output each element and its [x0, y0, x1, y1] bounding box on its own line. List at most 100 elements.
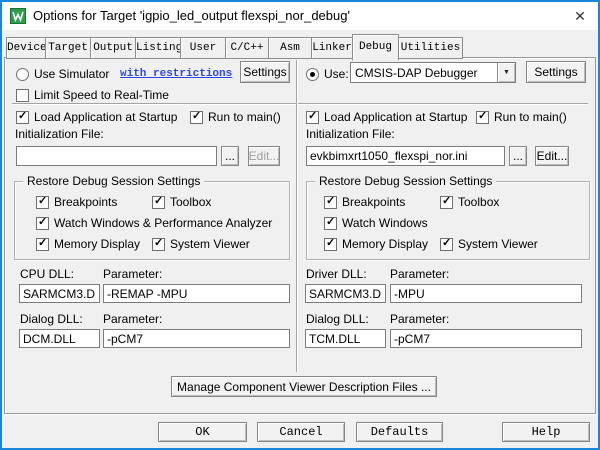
check-icon: ✓	[38, 195, 47, 208]
run-to-main-checkbox-right[interactable]: ✓ Run to main()	[476, 110, 567, 124]
tab-listing[interactable]: Listing	[135, 37, 181, 59]
restore-group-title-right: Restore Debug Session Settings	[315, 174, 496, 188]
simulator-settings-button[interactable]: Settings	[240, 61, 290, 83]
dialog-parameter-label-left: Parameter:	[103, 313, 162, 326]
chevron-down-icon[interactable]: ▼	[497, 63, 515, 82]
dialog-parameter-input-left[interactable]	[103, 329, 290, 348]
checkbox-icon: ✓	[36, 217, 49, 230]
cpu-dll-input[interactable]	[19, 284, 100, 303]
help-button[interactable]: Help	[502, 422, 590, 442]
browse-button-right[interactable]: ...	[509, 146, 527, 166]
title-bar: Options for Target 'igpio_led_output fle…	[2, 2, 598, 30]
uvision-logo-icon	[10, 8, 26, 24]
driver-parameter-input[interactable]	[390, 284, 582, 303]
memory-display-checkbox-right[interactable]: ✓ Memory Display	[324, 237, 428, 251]
debugger-selected-value: CMSIS-DAP Debugger	[351, 63, 497, 82]
checkbox-icon: ✓	[324, 238, 337, 251]
tab-output[interactable]: Output	[90, 37, 136, 59]
edit-button-left: Edit...	[248, 146, 280, 166]
tab-device[interactable]: Device	[6, 37, 46, 59]
check-icon: ✓	[326, 216, 335, 229]
use-simulator-radio[interactable]: Use Simulator	[16, 67, 109, 81]
tab-utilities[interactable]: Utilities	[398, 37, 463, 59]
close-button[interactable]: ✕	[569, 5, 591, 27]
checkbox-icon: ✓	[440, 196, 453, 209]
watch-windows-checkbox-right[interactable]: ✓ Watch Windows	[324, 216, 428, 230]
dialog-dll-input-right[interactable]	[305, 329, 386, 348]
check-icon: ✓	[478, 110, 487, 123]
restore-group-title-left: Restore Debug Session Settings	[23, 174, 204, 188]
checkbox-icon: ✓	[306, 111, 319, 124]
tab-debug[interactable]: Debug	[352, 34, 399, 61]
check-icon: ✓	[154, 195, 163, 208]
checkbox-icon: ✓	[440, 238, 453, 251]
toolbox-checkbox-left[interactable]: ✓ Toolbox	[152, 195, 211, 209]
cancel-button[interactable]: Cancel	[257, 422, 345, 442]
edit-button-right[interactable]: Edit...	[535, 146, 569, 166]
cpu-parameter-input[interactable]	[103, 284, 290, 303]
window-title: Options for Target 'igpio_led_output fle…	[33, 8, 350, 23]
checkbox-icon: ✓	[16, 111, 29, 124]
run-to-main-label: Run to main()	[494, 110, 567, 124]
debugger-select[interactable]: CMSIS-DAP Debugger ▼	[350, 62, 516, 83]
use-simulator-label: Use Simulator	[34, 68, 109, 81]
toolbox-checkbox-right[interactable]: ✓ Toolbox	[440, 195, 499, 209]
checkbox-icon: ✓	[476, 111, 489, 124]
watch-windows-checkbox-left[interactable]: ✓ Watch Windows & Performance Analyzer	[36, 216, 272, 230]
check-icon: ✓	[326, 237, 335, 250]
check-icon: ✓	[442, 237, 451, 250]
load-application-label: Load Application at Startup	[34, 110, 177, 124]
checkbox-icon: ✓	[36, 238, 49, 251]
breakpoints-checkbox-left[interactable]: ✓ Breakpoints	[36, 195, 117, 209]
init-file-label-left: Initialization File:	[15, 128, 104, 141]
manage-component-viewer-button[interactable]: Manage Component Viewer Description File…	[171, 376, 437, 397]
defaults-button[interactable]: Defaults	[356, 422, 443, 442]
check-icon: ✓	[326, 195, 335, 208]
checkbox-icon: ✓	[152, 196, 165, 209]
tab-linker[interactable]: Linker	[311, 37, 353, 59]
init-file-input-left[interactable]	[16, 146, 217, 166]
use-label: Use:	[324, 67, 349, 81]
system-viewer-checkbox-left[interactable]: ✓ System Viewer	[152, 237, 250, 251]
dialog-dll-input-left[interactable]	[19, 329, 100, 348]
breakpoints-checkbox-right[interactable]: ✓ Breakpoints	[324, 195, 405, 209]
driver-parameter-label: Parameter:	[390, 268, 449, 281]
run-to-main-checkbox-left[interactable]: ✓ Run to main()	[190, 110, 281, 124]
close-icon: ✕	[574, 8, 586, 24]
check-icon: ✓	[38, 237, 47, 250]
run-to-main-label: Run to main()	[208, 110, 281, 124]
system-viewer-checkbox-right[interactable]: ✓ System Viewer	[440, 237, 538, 251]
cpu-parameter-label: Parameter:	[103, 268, 162, 281]
options-for-target-dialog: Options for Target 'igpio_led_output fle…	[0, 0, 600, 450]
tab-user[interactable]: User	[180, 37, 226, 59]
checkbox-icon: ✓	[190, 111, 203, 124]
driver-dll-input[interactable]	[305, 284, 386, 303]
dialog-dll-label-left: Dialog DLL:	[20, 313, 83, 326]
with-restrictions-link[interactable]: with restrictions	[120, 68, 232, 80]
limit-speed-checkbox[interactable]: Limit Speed to Real-Time	[16, 88, 169, 102]
cpu-dll-label: CPU DLL:	[20, 268, 74, 281]
load-application-checkbox-left[interactable]: ✓ Load Application at Startup	[16, 110, 177, 124]
browse-button-left[interactable]: ...	[221, 146, 239, 166]
check-icon: ✓	[18, 110, 27, 123]
radio-icon	[306, 68, 319, 81]
debugger-settings-button[interactable]: Settings	[526, 61, 586, 83]
check-icon: ✓	[192, 110, 201, 123]
use-debugger-radio[interactable]: Use:	[306, 67, 349, 81]
tab-target[interactable]: Target	[45, 37, 91, 59]
check-icon: ✓	[442, 195, 451, 208]
tab-cpp[interactable]: C/C++	[225, 37, 269, 59]
limit-speed-label: Limit Speed to Real-Time	[34, 88, 169, 102]
init-file-input-right[interactable]	[306, 146, 505, 166]
tab-asm[interactable]: Asm	[268, 37, 312, 59]
checkbox-icon: ✓	[36, 196, 49, 209]
check-icon: ✓	[38, 216, 47, 229]
checkbox-icon: ✓	[324, 196, 337, 209]
load-application-checkbox-right[interactable]: ✓ Load Application at Startup	[306, 110, 467, 124]
memory-display-checkbox-left[interactable]: ✓ Memory Display	[36, 237, 140, 251]
top-section-separator	[12, 103, 588, 105]
dialog-parameter-input-right[interactable]	[390, 329, 582, 348]
load-application-label: Load Application at Startup	[324, 110, 467, 124]
ok-button[interactable]: OK	[158, 422, 247, 442]
driver-dll-label: Driver DLL:	[306, 268, 367, 281]
